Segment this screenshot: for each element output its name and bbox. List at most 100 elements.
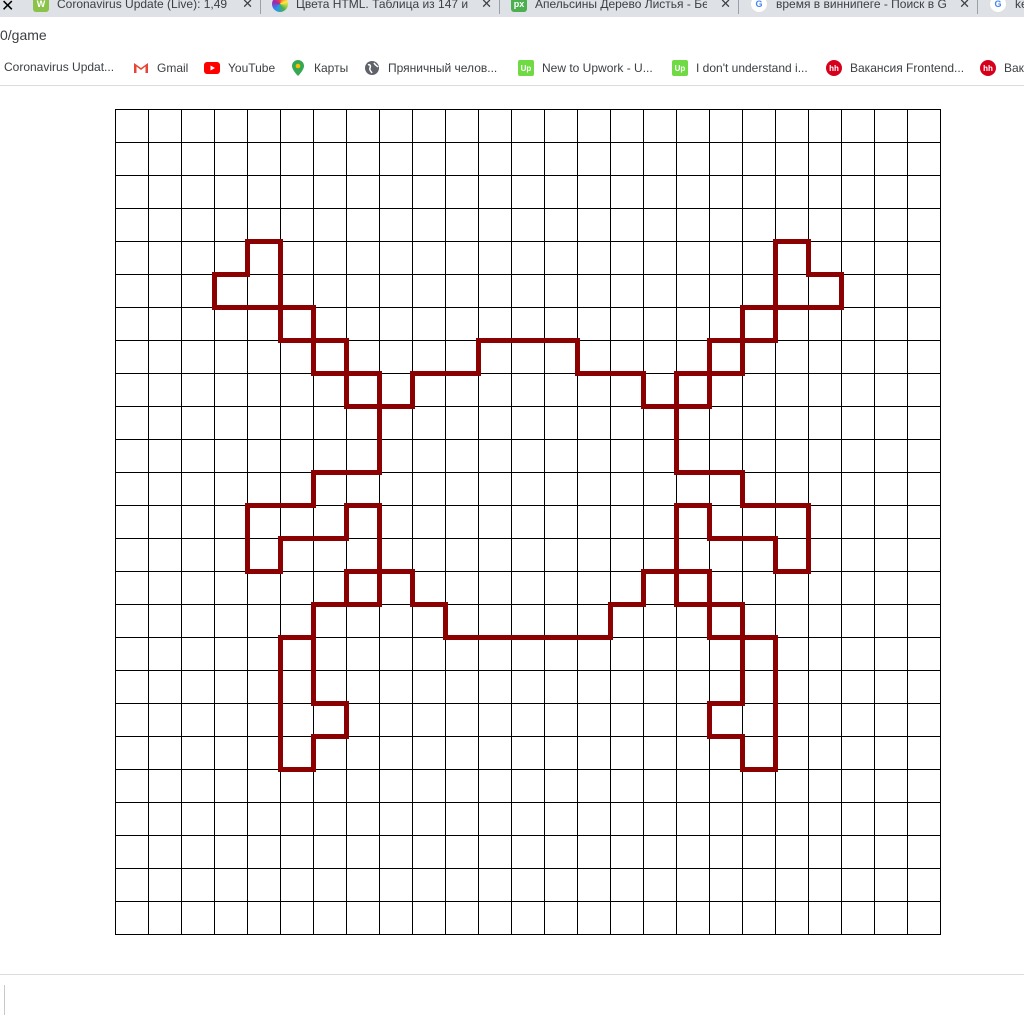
grid-cell[interactable]	[742, 868, 776, 902]
grid-cell[interactable]	[412, 637, 446, 671]
grid-cell[interactable]	[280, 538, 314, 572]
grid-cell[interactable]	[379, 868, 413, 902]
grid-cell[interactable]	[247, 637, 281, 671]
grid-cell[interactable]	[214, 736, 248, 770]
grid-cell[interactable]	[676, 769, 710, 803]
grid-cell[interactable]	[841, 373, 875, 407]
grid-cell[interactable]	[907, 406, 941, 440]
grid-cell[interactable]	[643, 472, 677, 506]
grid-cell[interactable]	[445, 901, 479, 935]
grid-cell[interactable]	[346, 868, 380, 902]
grid-cell[interactable]	[346, 340, 380, 374]
grid-cell[interactable]	[214, 604, 248, 638]
grid-cell[interactable]	[214, 868, 248, 902]
grid-cell[interactable]	[379, 901, 413, 935]
grid-cell[interactable]	[247, 604, 281, 638]
grid-cell[interactable]	[247, 868, 281, 902]
grid-cell[interactable]	[808, 868, 842, 902]
grid-cell[interactable]	[610, 604, 644, 638]
grid-cell[interactable]	[709, 802, 743, 836]
grid-cell[interactable]	[775, 307, 809, 341]
grid-cell[interactable]	[643, 901, 677, 935]
grid-cell[interactable]	[676, 538, 710, 572]
grid-cell[interactable]	[577, 604, 611, 638]
grid-cell[interactable]	[577, 406, 611, 440]
grid-cell[interactable]	[577, 901, 611, 935]
grid-cell[interactable]	[148, 142, 182, 176]
grid-cell[interactable]	[610, 868, 644, 902]
grid-cell[interactable]	[445, 208, 479, 242]
game-board[interactable]	[115, 109, 941, 935]
grid-cell[interactable]	[742, 142, 776, 176]
grid-cell[interactable]	[181, 307, 215, 341]
grid-cell[interactable]	[742, 736, 776, 770]
grid-cell[interactable]	[643, 439, 677, 473]
grid-cell[interactable]	[412, 769, 446, 803]
grid-cell[interactable]	[907, 208, 941, 242]
grid-cell[interactable]	[148, 571, 182, 605]
grid-cell[interactable]	[709, 373, 743, 407]
grid-cell[interactable]	[874, 472, 908, 506]
grid-cell[interactable]	[445, 868, 479, 902]
grid-cell[interactable]	[808, 307, 842, 341]
grid-cell[interactable]	[577, 241, 611, 275]
grid-cell[interactable]	[214, 109, 248, 143]
grid-cell[interactable]	[148, 175, 182, 209]
grid-cell[interactable]	[115, 175, 149, 209]
grid-cell[interactable]	[478, 340, 512, 374]
grid-cell[interactable]	[478, 109, 512, 143]
grid-cell[interactable]	[148, 670, 182, 704]
grid-cell[interactable]	[379, 241, 413, 275]
grid-cell[interactable]	[709, 505, 743, 539]
grid-cell[interactable]	[511, 274, 545, 308]
grid-cell[interactable]	[412, 604, 446, 638]
grid-cell[interactable]	[148, 703, 182, 737]
grid-cell[interactable]	[808, 142, 842, 176]
grid-cell[interactable]	[511, 769, 545, 803]
grid-cell[interactable]	[445, 538, 479, 572]
grid-cell[interactable]	[511, 307, 545, 341]
grid-cell[interactable]	[577, 373, 611, 407]
grid-cell[interactable]	[280, 406, 314, 440]
grid-cell[interactable]	[445, 472, 479, 506]
grid-cell[interactable]	[148, 868, 182, 902]
grid-cell[interactable]	[709, 703, 743, 737]
grid-cell[interactable]	[676, 505, 710, 539]
grid-cell[interactable]	[841, 835, 875, 869]
grid-cell[interactable]	[181, 109, 215, 143]
grid-cell[interactable]	[709, 109, 743, 143]
grid-cell[interactable]	[247, 439, 281, 473]
grid-cell[interactable]	[148, 637, 182, 671]
grid-cell[interactable]	[544, 175, 578, 209]
bookmark-hh-vacancy-2[interactable]: hh Вак	[980, 60, 1024, 76]
grid-cell[interactable]	[841, 736, 875, 770]
grid-cell[interactable]	[742, 571, 776, 605]
grid-cell[interactable]	[808, 109, 842, 143]
grid-cell[interactable]	[808, 703, 842, 737]
grid-cell[interactable]	[742, 241, 776, 275]
grid-cell[interactable]	[544, 835, 578, 869]
grid-cell[interactable]	[313, 241, 347, 275]
grid-cell[interactable]	[181, 505, 215, 539]
grid-cell[interactable]	[247, 241, 281, 275]
grid-cell[interactable]	[478, 538, 512, 572]
grid-cell[interactable]	[742, 637, 776, 671]
grid-cell[interactable]	[544, 505, 578, 539]
grid-cell[interactable]	[313, 472, 347, 506]
grid-cell[interactable]	[115, 439, 149, 473]
grid-cell[interactable]	[874, 571, 908, 605]
grid-cell[interactable]	[841, 505, 875, 539]
grid-cell[interactable]	[214, 274, 248, 308]
grid-cell[interactable]	[874, 406, 908, 440]
grid-cell[interactable]	[808, 901, 842, 935]
grid-cell[interactable]	[775, 439, 809, 473]
grid-cell[interactable]	[115, 802, 149, 836]
url-text[interactable]: 0/game	[0, 27, 47, 43]
grid-cell[interactable]	[379, 802, 413, 836]
grid-cell[interactable]	[709, 142, 743, 176]
grid-cell[interactable]	[709, 736, 743, 770]
grid-cell[interactable]	[775, 637, 809, 671]
grid-cell[interactable]	[841, 175, 875, 209]
grid-cell[interactable]	[115, 637, 149, 671]
grid-cell[interactable]	[610, 769, 644, 803]
